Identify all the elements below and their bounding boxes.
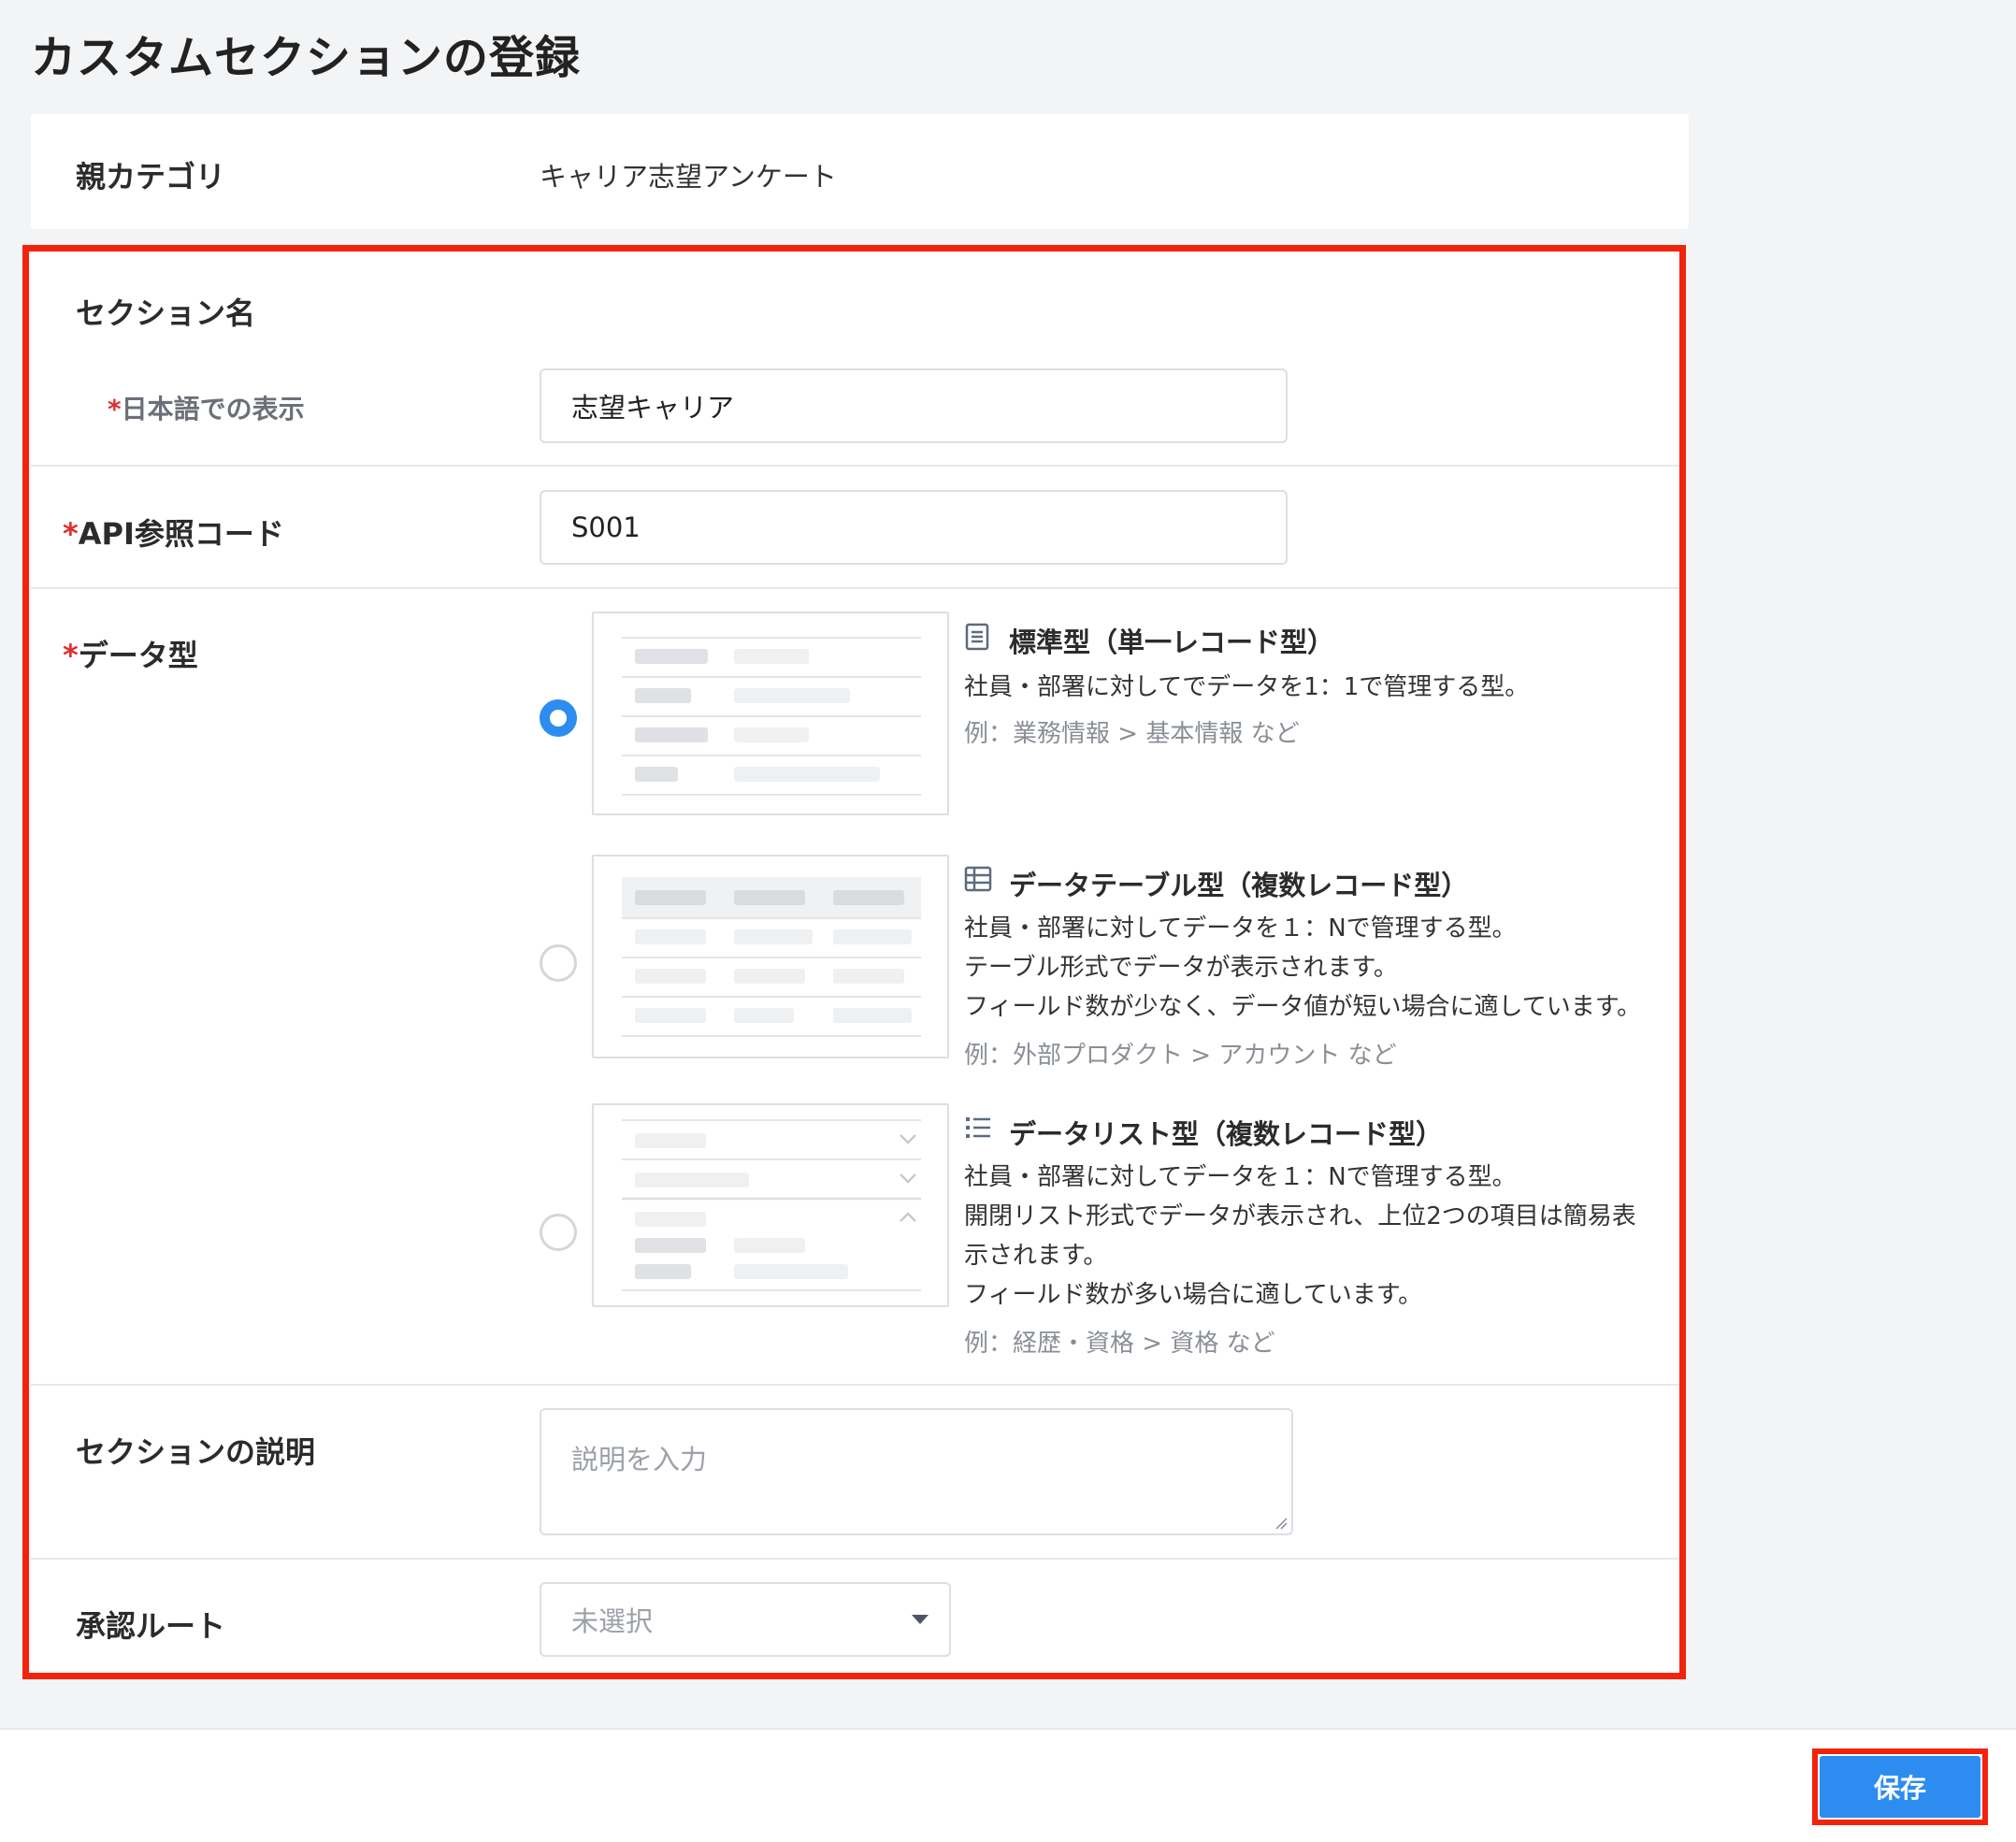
- list-type-desc-4: フィールド数が多い場合に適しています。: [964, 1281, 1423, 1309]
- list-type-preview: [592, 1103, 949, 1307]
- data-type-standard-radio[interactable]: [540, 699, 577, 737]
- table-type-desc-2: テーブル形式でデータが表示されます。: [964, 954, 1398, 982]
- section-name-heading: セクション名: [76, 295, 256, 331]
- list-icon: [966, 1117, 990, 1138]
- japanese-display-label: *日本語での表示: [108, 394, 305, 425]
- table-type-title: データテーブル型（複数レコード型）: [1009, 870, 1469, 901]
- resize-handle-icon[interactable]: [1274, 1517, 1288, 1530]
- list-type-desc-2: 開閉リスト形式でデータが表示され、上位2つの項目は簡易表: [964, 1202, 1636, 1230]
- parent-category-value: キャリア志望アンケート: [540, 161, 837, 193]
- divider: [31, 1558, 1679, 1560]
- description-textarea[interactable]: 説明を入力: [540, 1408, 1293, 1535]
- approval-route-select[interactable]: 未選択: [540, 1582, 951, 1657]
- data-type-table-radio[interactable]: [540, 944, 577, 982]
- divider: [31, 465, 1679, 467]
- table-type-desc-3: フィールド数が少なく、データ値が短い場合に適しています。: [964, 993, 1642, 1021]
- standard-type-example: 例：業務情報 > 基本情報 など: [964, 720, 1300, 748]
- standard-type-desc: 社員・部署に対してでデータを1：1で管理する型。: [964, 673, 1530, 701]
- document-icon: [965, 623, 989, 651]
- parent-category-card: 親カテゴリ キャリア志望アンケート: [31, 114, 1689, 229]
- save-button[interactable]: 保存: [1820, 1756, 1980, 1818]
- api-code-label: *API参照コード: [63, 516, 284, 552]
- japanese-display-input[interactable]: [540, 368, 1288, 443]
- caret-down-icon: [912, 1615, 929, 1624]
- divider: [31, 587, 1679, 589]
- table-type-example: 例：外部プロダクト > アカウント など: [964, 1042, 1397, 1070]
- list-type-title: データリスト型（複数レコード型）: [1009, 1118, 1444, 1150]
- approval-route-label: 承認ルート: [76, 1608, 226, 1644]
- section-form: セクション名 *日本語での表示 *API参照コード *データ型 標準型（単一レコ…: [31, 249, 1679, 1676]
- table-icon: [964, 866, 992, 892]
- data-type-label: *データ型: [63, 638, 198, 673]
- list-type-example: 例：経歴・資格 > 資格 など: [964, 1330, 1275, 1358]
- description-label: セクションの説明: [76, 1434, 316, 1470]
- table-type-preview: [592, 855, 949, 1058]
- divider: [31, 1384, 1679, 1386]
- standard-type-preview: [592, 612, 949, 815]
- page-title: カスタムセクションの登録: [31, 32, 582, 84]
- list-type-desc-3: 示されます。: [964, 1242, 1108, 1270]
- parent-category-label: 親カテゴリ: [76, 159, 226, 194]
- standard-type-title: 標準型（単一レコード型）: [1009, 626, 1335, 658]
- table-type-desc-1: 社員・部署に対してデータを１：Nで管理する型。: [964, 914, 1517, 943]
- api-code-input[interactable]: [540, 490, 1288, 565]
- data-type-list-radio[interactable]: [540, 1214, 577, 1251]
- footer-bar: [0, 1728, 2016, 1842]
- list-type-desc-1: 社員・部署に対してデータを１：Nで管理する型。: [964, 1163, 1517, 1191]
- approval-route-placeholder: 未選択: [571, 1605, 654, 1637]
- description-placeholder: 説明を入力: [571, 1444, 708, 1475]
